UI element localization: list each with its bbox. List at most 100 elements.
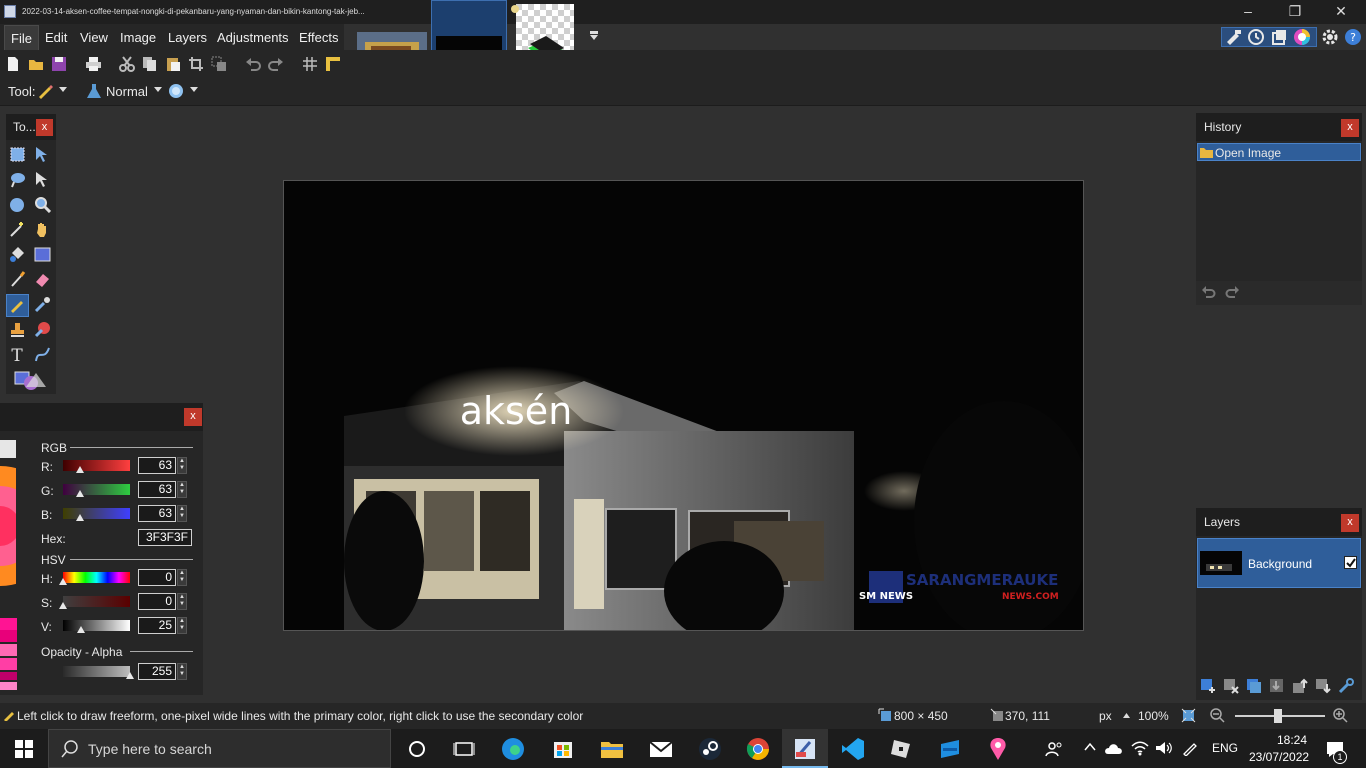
zoom-level[interactable]: 100%	[1138, 709, 1169, 723]
zoom-slider-thumb[interactable]	[1274, 709, 1282, 723]
menu-layers[interactable]: Layers	[168, 30, 207, 45]
text-tool-icon[interactable]: T	[9, 346, 26, 363]
tabs-dropdown-icon[interactable]	[590, 31, 598, 41]
unit-dropdown-icon[interactable]	[1123, 713, 1130, 718]
maps-pin-icon[interactable]	[985, 736, 1011, 762]
clone-stamp-tool-icon[interactable]	[9, 321, 26, 338]
volume-icon[interactable]	[1155, 740, 1173, 756]
eraser-tool-icon[interactable]	[34, 271, 51, 288]
tool-dropdown-chevron-icon[interactable]	[59, 87, 67, 93]
mail-icon[interactable]	[648, 736, 674, 762]
h-slider-handle[interactable]	[59, 578, 67, 585]
s-slider[interactable]	[63, 596, 130, 607]
layers-window-icon[interactable]	[1270, 28, 1288, 46]
restore-button[interactable]: ❐	[1281, 2, 1309, 20]
v-slider-handle[interactable]	[77, 626, 85, 633]
s-spinner[interactable]: ▲ ▼	[177, 593, 187, 610]
menu-image[interactable]: Image	[120, 30, 156, 45]
history-window-icon[interactable]	[1247, 28, 1265, 46]
close-window-button[interactable]: ✕	[1327, 2, 1355, 20]
merge-layer-down-icon[interactable]	[1269, 678, 1285, 694]
clock-date[interactable]: 23/07/2022	[1249, 750, 1309, 764]
move-selected-tool-icon[interactable]	[34, 146, 51, 163]
undo-icon[interactable]	[245, 56, 261, 72]
cortana-icon[interactable]	[404, 736, 430, 762]
zoom-tool-icon[interactable]	[34, 196, 51, 213]
h-input[interactable]: 0	[138, 569, 176, 586]
duplicate-layer-icon[interactable]	[1246, 678, 1262, 694]
layer-visibility-checkbox[interactable]	[1344, 556, 1357, 569]
move-layer-down-icon[interactable]	[1315, 678, 1331, 694]
g-spinner[interactable]: ▲ ▼	[177, 481, 187, 498]
line-curve-tool-icon[interactable]	[34, 346, 51, 363]
roblox-icon[interactable]	[888, 736, 914, 762]
tray-chevron-up-icon[interactable]	[1084, 742, 1096, 752]
alpha-spinner[interactable]: ▲ ▼	[177, 663, 187, 680]
paste-icon[interactable]	[165, 56, 181, 72]
g-slider[interactable]	[63, 484, 130, 495]
hex-input[interactable]: 3F3F3F	[138, 529, 192, 546]
b-slider-handle[interactable]	[76, 514, 84, 521]
zoom-in-icon[interactable]	[1333, 708, 1348, 723]
colors-panel-close-button[interactable]: x	[184, 408, 202, 426]
task-view-icon[interactable]	[451, 736, 477, 762]
blend-mode-icon[interactable]	[86, 83, 102, 99]
paint-bucket-tool-icon[interactable]	[9, 246, 26, 263]
minimize-button[interactable]: –	[1234, 2, 1262, 20]
redo-icon[interactable]	[268, 56, 284, 72]
new-file-icon[interactable]	[5, 56, 21, 72]
clock-time[interactable]: 18:24	[1277, 733, 1307, 747]
b-slider[interactable]	[63, 508, 130, 519]
recolor-tool-icon[interactable]	[34, 321, 51, 338]
delete-layer-icon[interactable]	[1223, 678, 1239, 694]
r-slider[interactable]	[63, 460, 130, 471]
palette-swatches[interactable]	[0, 618, 17, 690]
r-input[interactable]: 63	[138, 457, 176, 474]
move-layer-up-icon[interactable]	[1292, 678, 1308, 694]
open-folder-icon[interactable]	[28, 56, 45, 72]
secondary-color-swatch[interactable]	[0, 440, 16, 458]
pencil-tool-icon[interactable]	[9, 296, 26, 313]
vscode-icon[interactable]	[840, 736, 866, 762]
settings-gear-icon[interactable]	[1321, 28, 1339, 46]
s-slider-handle[interactable]	[59, 602, 67, 609]
antialias-dropdown-chevron-icon[interactable]	[190, 87, 198, 93]
gradient-tool-icon[interactable]	[34, 246, 51, 263]
alpha-slider-handle[interactable]	[126, 672, 134, 679]
unit-select[interactable]: px	[1099, 709, 1112, 723]
ellipse-select-tool-icon[interactable]	[9, 196, 26, 213]
pan-tool-icon[interactable]	[34, 221, 51, 238]
b-input[interactable]: 63	[138, 505, 176, 522]
s-input[interactable]: 0	[138, 593, 176, 610]
v-slider[interactable]	[63, 620, 130, 631]
alpha-input[interactable]: 255	[138, 663, 176, 680]
add-layer-icon[interactable]	[1200, 678, 1216, 694]
tools-panel-close-button[interactable]: x	[36, 119, 53, 136]
shapes-tool-icon[interactable]	[14, 369, 48, 391]
paintbrush-tool-icon[interactable]	[9, 271, 26, 288]
rulers-icon[interactable]	[325, 56, 341, 72]
color-wheel[interactable]	[0, 466, 16, 586]
v-input[interactable]: 25	[138, 617, 176, 634]
color-picker-tool-icon[interactable]	[34, 296, 51, 313]
canvas[interactable]: aksén SM NEWS SARANGMERAUKE NEWS.COM	[283, 180, 1084, 631]
paintnet-icon[interactable]	[792, 736, 818, 762]
h-spinner[interactable]: ▲ ▼	[177, 569, 187, 586]
v-spinner[interactable]: ▲ ▼	[177, 617, 187, 634]
copy-icon[interactable]	[142, 56, 158, 72]
blend-mode-select[interactable]: Normal	[106, 84, 148, 99]
grid-icon[interactable]	[302, 56, 318, 72]
alpha-slider[interactable]	[63, 666, 130, 677]
menu-view[interactable]: View	[80, 30, 108, 45]
history-redo-icon[interactable]	[1224, 285, 1240, 299]
steam-icon[interactable]	[697, 736, 723, 762]
b-spinner[interactable]: ▲ ▼	[177, 505, 187, 522]
save-icon[interactable]	[51, 56, 67, 72]
menu-adjustments[interactable]: Adjustments	[217, 30, 289, 45]
help-icon[interactable]: ?	[1344, 28, 1362, 46]
lasso-select-tool-icon[interactable]	[9, 171, 26, 188]
menu-file[interactable]: File	[4, 25, 39, 51]
layers-panel-close-button[interactable]: x	[1341, 514, 1359, 532]
pen-workspace-icon[interactable]	[1182, 740, 1200, 756]
blend-dropdown-chevron-icon[interactable]	[154, 87, 162, 93]
